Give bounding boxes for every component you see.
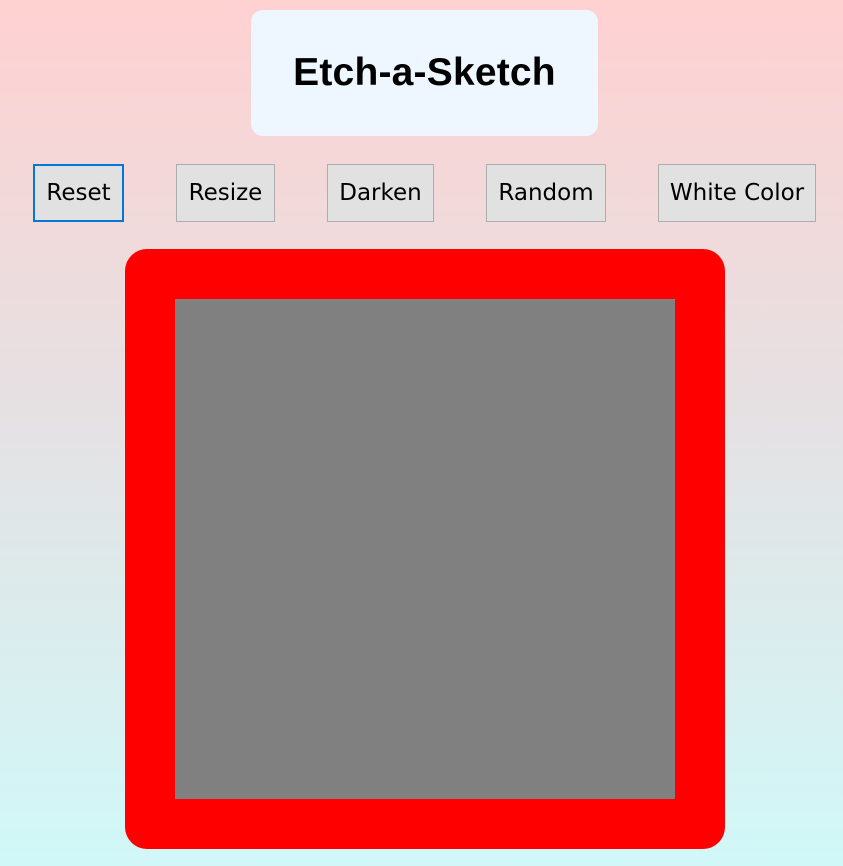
darken-button[interactable]: Darken bbox=[327, 164, 434, 222]
reset-button[interactable]: Reset bbox=[33, 164, 124, 222]
page-title: Etch-a-Sketch bbox=[293, 51, 556, 94]
resize-button[interactable]: Resize bbox=[176, 164, 275, 222]
sketch-frame bbox=[125, 249, 725, 849]
sketch-grid[interactable] bbox=[175, 299, 675, 799]
title-card: Etch-a-Sketch bbox=[251, 10, 598, 136]
white-color-button[interactable]: White Color bbox=[658, 164, 816, 222]
random-button[interactable]: Random bbox=[486, 164, 606, 222]
